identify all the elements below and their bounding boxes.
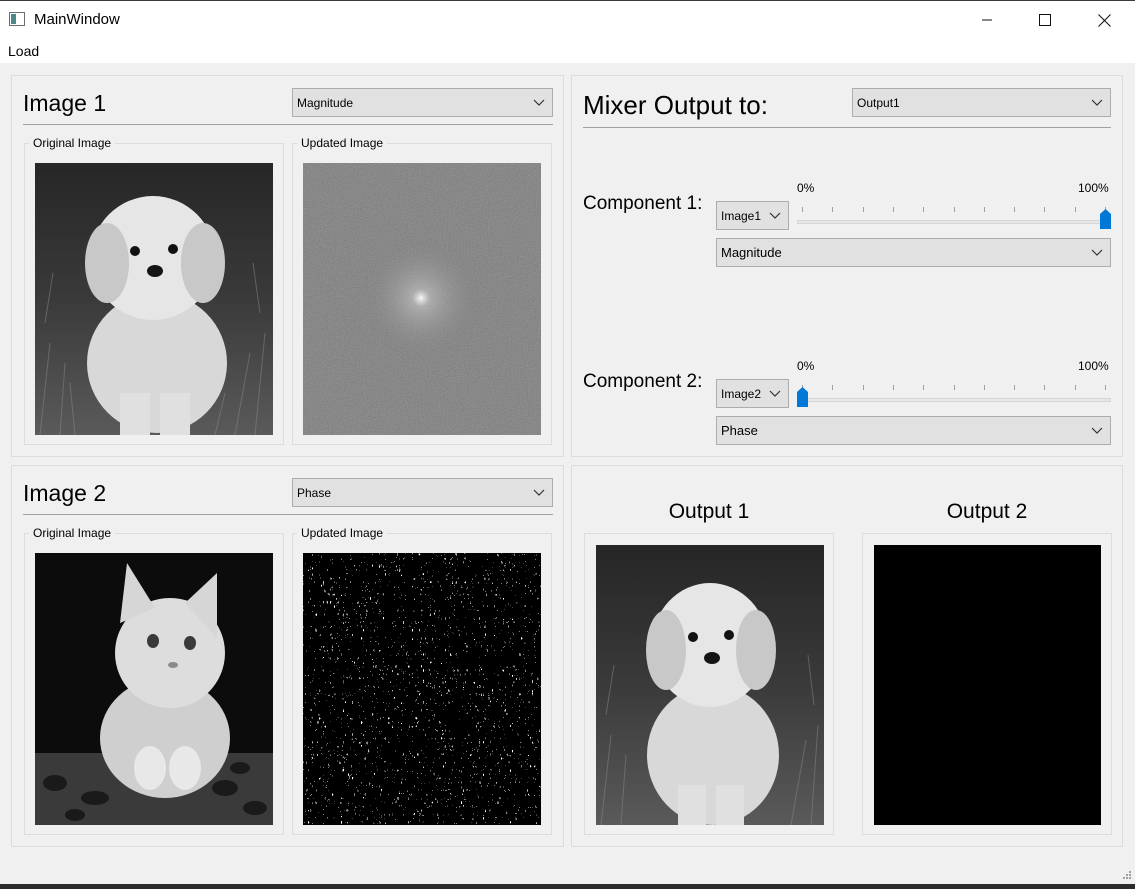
maximize-button[interactable] — [1016, 1, 1074, 39]
slider-tick — [832, 385, 833, 390]
slider-tick — [954, 385, 955, 390]
slider-tick — [1075, 385, 1076, 390]
image2-updated-group: Updated Image — [292, 526, 552, 835]
close-button[interactable] — [1075, 1, 1133, 39]
image1-updated-image — [303, 163, 541, 435]
slider-tick — [984, 207, 985, 212]
component2-min-label: 0% — [797, 359, 815, 373]
menu-bar: Load — [0, 38, 1135, 63]
output2-group — [862, 533, 1112, 835]
menu-item-load[interactable]: Load — [8, 43, 39, 59]
window-bottom-edge — [0, 884, 1135, 889]
slider-tick — [893, 385, 894, 390]
chevron-down-icon — [1091, 427, 1103, 434]
image1-mode-select[interactable]: Magnitude — [292, 88, 553, 117]
slider-tick — [1075, 207, 1076, 212]
outputs-panel: Output 1 Output 2 — [571, 465, 1123, 847]
title-bar: MainWindow — [0, 0, 1135, 38]
slider-tick — [1044, 207, 1045, 212]
component1-mode-value: Magnitude — [721, 245, 782, 260]
component2-slider-ticks — [802, 385, 1106, 390]
image2-title: Image 2 — [23, 480, 107, 506]
output2-title: Output 2 — [946, 500, 1028, 523]
output2-image — [874, 545, 1101, 825]
slider-tick — [863, 385, 864, 390]
app-icon — [9, 12, 25, 26]
component1-slider-ticks — [802, 207, 1106, 212]
component2-label: Component 2: — [583, 371, 703, 392]
image1-panel: Image 1 Magnitude Original Image Updated… — [11, 75, 564, 457]
image1-original-group: Original Image — [24, 136, 284, 445]
image1-mode-value: Magnitude — [297, 95, 354, 110]
component1-mode-select[interactable]: Magnitude — [716, 238, 1111, 267]
output1-group — [584, 533, 834, 835]
component1-slider-handle[interactable] — [1100, 209, 1111, 229]
close-icon — [1097, 13, 1111, 27]
output1-image — [596, 545, 824, 825]
slider-tick — [802, 207, 803, 212]
mixer-title: Mixer Output to: — [583, 90, 768, 120]
slider-tick — [1105, 385, 1106, 390]
image2-panel: Image 2 Phase Original Image Updated Ima… — [11, 465, 564, 847]
chevron-down-icon — [1091, 249, 1103, 256]
component2-mode-select[interactable]: Phase — [716, 416, 1111, 445]
mixer-output-select[interactable]: Output1 — [852, 88, 1111, 117]
output1-title: Output 1 — [668, 500, 750, 523]
maximize-icon — [1039, 14, 1051, 26]
mixer-divider — [583, 127, 1111, 128]
slider-tick — [863, 207, 864, 212]
image2-mode-select[interactable]: Phase — [292, 478, 553, 507]
image1-title: Image 1 — [23, 90, 107, 116]
component2-image-value: Image2 — [721, 386, 762, 401]
image1-updated-group: Updated Image — [292, 136, 552, 445]
mixer-output-value: Output1 — [857, 95, 900, 110]
component2-slider-groove — [797, 398, 1111, 402]
component2-mode-value: Phase — [721, 423, 758, 438]
image1-updated-label: Updated Image — [297, 136, 388, 150]
component1-slider-groove — [797, 220, 1111, 224]
image2-updated-label: Updated Image — [297, 526, 388, 540]
image1-original-label: Original Image — [29, 136, 116, 150]
slider-tick — [1014, 207, 1015, 212]
minimize-icon — [982, 19, 992, 21]
chevron-down-icon — [533, 99, 545, 106]
mixer-panel: Mixer Output to: Output1 Component 1: Im… — [571, 75, 1123, 457]
slider-tick — [984, 385, 985, 390]
chevron-down-icon — [769, 212, 781, 219]
component1-label: Component 1: — [583, 193, 703, 214]
image2-original-label: Original Image — [29, 526, 116, 540]
component2-max-label: 100% — [1078, 359, 1109, 373]
image2-mode-value: Phase — [297, 485, 332, 500]
image1-original-image — [35, 163, 273, 435]
image2-original-image — [35, 553, 273, 825]
component1-image-value: Image1 — [721, 208, 762, 223]
component2-slider[interactable] — [797, 382, 1111, 410]
slider-tick — [832, 207, 833, 212]
chevron-down-icon — [533, 489, 545, 496]
slider-tick — [893, 207, 894, 212]
slider-tick — [923, 385, 924, 390]
size-grip-icon[interactable] — [1120, 870, 1132, 882]
image2-divider — [23, 514, 553, 515]
component1-min-label: 0% — [797, 181, 815, 195]
slider-tick — [954, 207, 955, 212]
image2-original-group: Original Image — [24, 526, 284, 835]
chevron-down-icon — [769, 390, 781, 397]
slider-tick — [1044, 385, 1045, 390]
component2-slider-handle[interactable] — [797, 387, 808, 407]
minimize-button[interactable] — [958, 1, 1016, 39]
slider-tick — [1014, 385, 1015, 390]
image2-updated-image — [303, 553, 541, 825]
component2-image-select[interactable]: Image2 — [716, 379, 789, 408]
component1-slider[interactable] — [797, 204, 1111, 232]
component1-image-select[interactable]: Image1 — [716, 201, 789, 230]
slider-tick — [923, 207, 924, 212]
chevron-down-icon — [1091, 99, 1103, 106]
image1-divider — [23, 124, 553, 125]
component1-max-label: 100% — [1078, 181, 1109, 195]
window-title: MainWindow — [34, 11, 120, 28]
